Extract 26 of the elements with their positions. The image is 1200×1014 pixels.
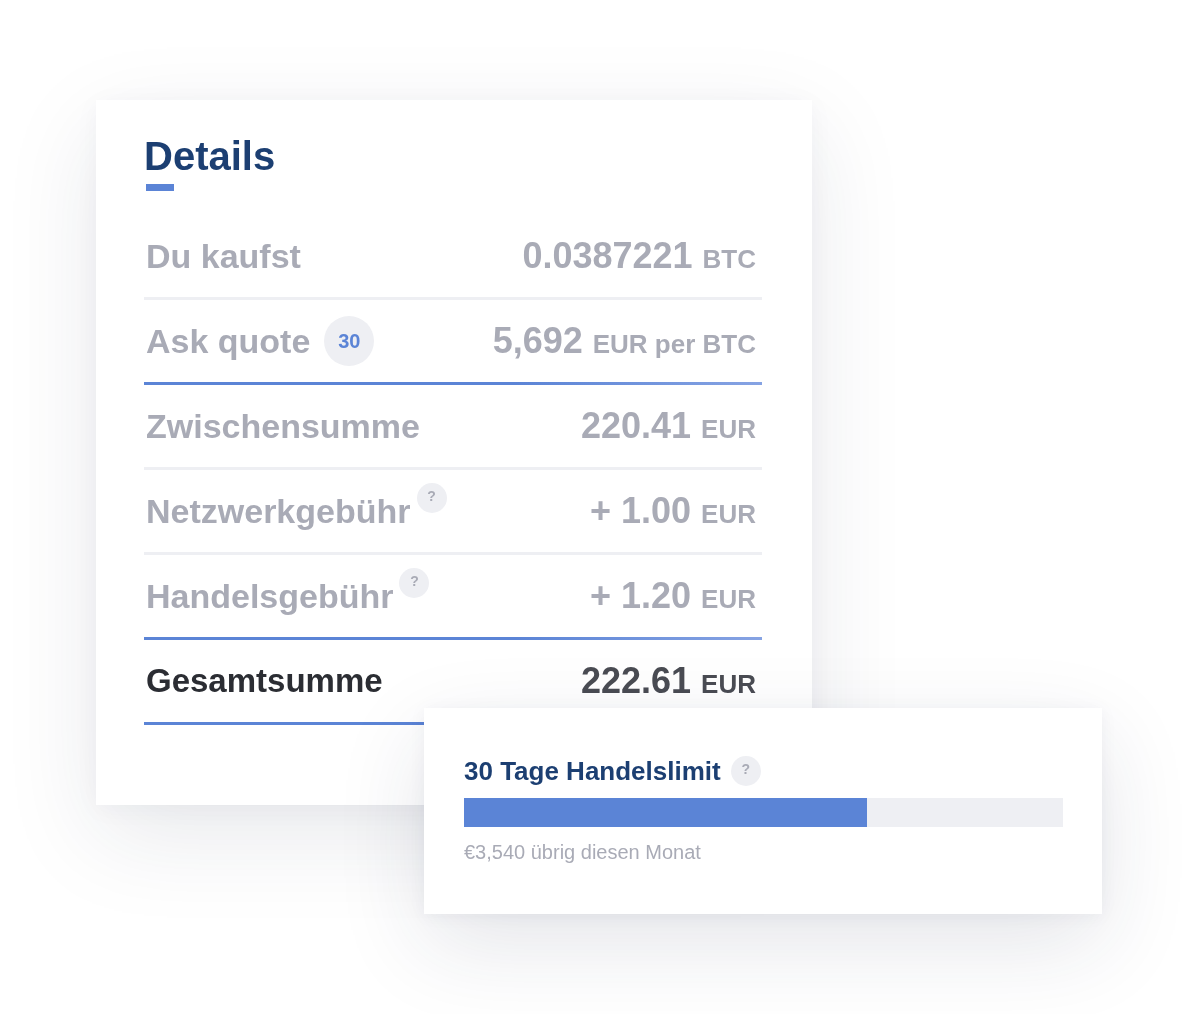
currency-unit: EUR	[701, 500, 756, 528]
row-label: Netzwerkgebühr	[146, 491, 411, 531]
amount-value: + 1.20	[590, 577, 692, 615]
amount-value: 220.41	[581, 407, 692, 445]
amount-value: 222.61	[581, 662, 692, 700]
remaining-limit-text: €3,540 übrig diesen Monat	[464, 840, 702, 864]
section-title: Details	[144, 133, 277, 180]
row-label: Ask quote	[146, 321, 311, 361]
help-icon[interactable]: ?	[730, 756, 761, 786]
currency-unit: EUR	[701, 670, 756, 698]
currency-unit: EUR per BTC	[592, 330, 756, 358]
limit-title: 30 Tage Handelslimit	[464, 755, 721, 788]
row-label: Handelsgebühr	[146, 576, 394, 616]
amount-value: 0.0387221	[522, 237, 693, 275]
row-label: Zwischensumme	[146, 406, 420, 446]
help-icon[interactable]: ?	[416, 483, 447, 513]
help-icon[interactable]: ?	[399, 568, 430, 598]
currency-unit: EUR	[701, 415, 756, 443]
row-label: Gesamtsumme	[146, 661, 383, 701]
title-accent-bar	[146, 184, 174, 191]
currency-unit: EUR	[701, 585, 756, 613]
currency-unit: BTC	[702, 245, 756, 273]
amount-value: 5,692	[492, 322, 583, 360]
countdown-badge: 30	[324, 316, 375, 366]
row-label: Du kaufst	[146, 236, 301, 276]
amount-value: + 1.00	[590, 492, 692, 530]
